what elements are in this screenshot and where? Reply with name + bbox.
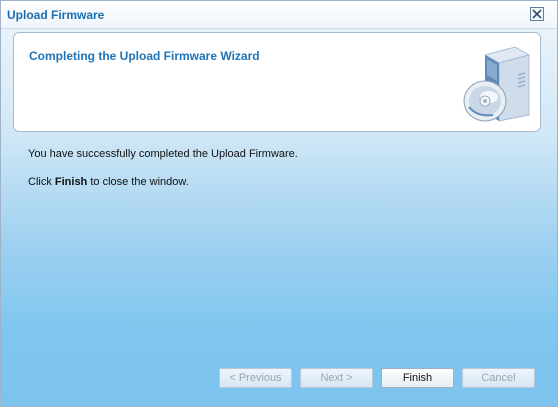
wizard-header-title: Completing the Upload Firmware Wizard [29,49,260,63]
completion-message: You have successfully completed the Uplo… [28,148,298,160]
finish-button[interactable]: Finish [381,368,454,388]
close-icon [532,9,542,19]
instruction-finish-word: Finish [54,176,88,188]
instruction-suffix: to close the window. [87,176,189,188]
next-button[interactable]: Next > [300,368,373,388]
previous-button[interactable]: < Previous [219,368,292,388]
dialog-titlebar: Upload Firmware [1,1,557,29]
close-button[interactable] [530,7,544,21]
upload-firmware-dialog: Upload Firmware Completing the Upload Fi… [0,0,558,407]
wizard-header-panel: Completing the Upload Firmware Wizard [13,32,541,132]
instruction-prefix: Click [28,176,55,188]
cancel-button[interactable]: Cancel [462,368,535,388]
software-box-cd-icon [463,46,531,122]
close-instruction: Click Finish to close the window. [28,176,189,188]
dialog-title: Upload Firmware [7,8,105,22]
